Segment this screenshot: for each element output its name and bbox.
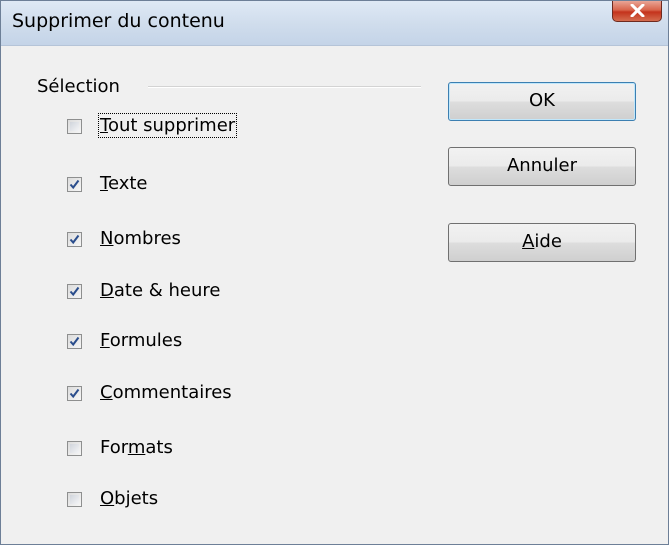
- close-button[interactable]: [612, 1, 662, 22]
- checkbox-box[interactable]: [67, 284, 82, 299]
- selection-group-label: Sélection: [37, 76, 120, 97]
- ok-button[interactable]: OK: [448, 82, 636, 121]
- checkbox-label: Texte: [100, 173, 148, 194]
- checkmark-icon: [69, 234, 80, 245]
- checkmark-icon: [69, 388, 80, 399]
- help-button-mnemonic: A: [522, 231, 535, 252]
- close-icon: [630, 4, 645, 17]
- checkbox-label: Formules: [100, 330, 183, 351]
- checkbox-label: Objets: [100, 488, 159, 509]
- checkbox-label: Formats: [100, 437, 173, 458]
- checkbox-box[interactable]: [67, 386, 82, 401]
- dialog-title: Supprimer du contenu: [12, 10, 225, 32]
- checkmark-icon: [69, 336, 80, 347]
- checkbox-box[interactable]: [67, 334, 82, 349]
- checkbox-box[interactable]: [67, 492, 82, 507]
- checkbox-box[interactable]: [67, 119, 82, 134]
- group-divider: [148, 86, 421, 88]
- help-button-label: ide: [534, 231, 562, 252]
- checkbox-box[interactable]: [67, 232, 82, 247]
- help-button[interactable]: Aide: [448, 223, 636, 262]
- checkbox-box[interactable]: [67, 177, 82, 192]
- checkmark-icon: [69, 286, 80, 297]
- checkbox-label: Tout supprimer: [97, 113, 238, 138]
- title-bar: Supprimer du contenu: [1, 1, 668, 46]
- checkbox-label: Nombres: [100, 228, 181, 249]
- delete-contents-dialog: Supprimer du contenu Sélection Tout supp…: [0, 0, 669, 545]
- cancel-button[interactable]: Annuler: [448, 147, 636, 186]
- checkbox-label: Commentaires: [100, 382, 232, 403]
- checkbox-label: Date & heure: [100, 280, 221, 301]
- checkmark-icon: [69, 179, 80, 190]
- checkbox-box[interactable]: [67, 441, 82, 456]
